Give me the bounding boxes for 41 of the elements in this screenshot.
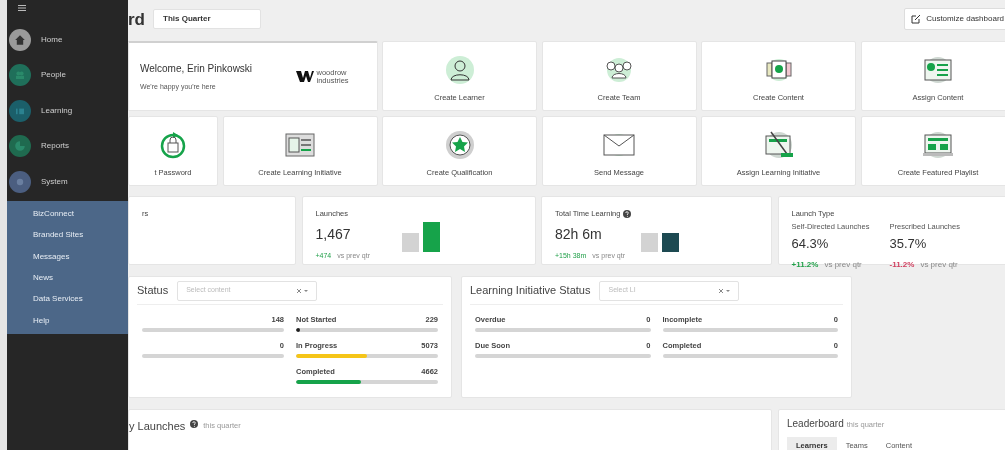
panel-title: y Launches bbox=[129, 419, 186, 434]
sidebar-label[interactable]: System bbox=[41, 175, 68, 188]
stat-value: 1,467 bbox=[315, 225, 351, 245]
sidebar-label[interactable]: Home bbox=[41, 33, 63, 46]
stat-value: 64.3% bbox=[791, 234, 830, 253]
stat-value: 35.7% bbox=[889, 234, 928, 253]
sidebar-label[interactable]: Reports bbox=[41, 140, 69, 153]
submenu-item[interactable]: Help bbox=[7, 310, 128, 332]
period-select[interactable]: This Quarter bbox=[153, 9, 261, 29]
nav-icon bbox=[9, 28, 31, 51]
submenu-item[interactable]: Branded Sites bbox=[7, 224, 128, 247]
submenu-item[interactable]: Messages bbox=[7, 246, 128, 268]
welcome-title: Welcome, Erin Pinkowski bbox=[140, 61, 253, 76]
nav-icon bbox=[9, 135, 31, 158]
status-title: Status bbox=[137, 283, 169, 299]
sidebar-label[interactable]: People bbox=[41, 69, 66, 82]
nav-icon bbox=[9, 170, 31, 193]
comparison-bars bbox=[641, 233, 679, 252]
help-icon[interactable] bbox=[190, 420, 199, 428]
submenu-item[interactable]: News bbox=[7, 267, 128, 289]
stat-note: vs prev qtr bbox=[920, 259, 958, 271]
edit-icon bbox=[911, 14, 922, 24]
status-title: Learning Initiative Status bbox=[470, 283, 591, 299]
stat-note: vs prev qtr bbox=[824, 259, 862, 271]
page-title: rd bbox=[128, 10, 145, 28]
submenu-item[interactable]: Data Services bbox=[7, 288, 128, 310]
nav-icon bbox=[9, 64, 31, 87]
stat-delta: -11.2% bbox=[889, 259, 915, 271]
stat-delta: +11.2% bbox=[791, 259, 819, 271]
panel-title: Leaderboard bbox=[787, 417, 844, 431]
stat-value: 82h 6m bbox=[555, 225, 602, 245]
menu-icon[interactable] bbox=[18, 5, 26, 11]
help-icon[interactable] bbox=[623, 209, 632, 218]
logo-icon bbox=[295, 71, 314, 82]
sidebar-label[interactable]: Learning bbox=[41, 104, 73, 117]
comparison-bars bbox=[401, 222, 440, 252]
clear-icon[interactable] bbox=[718, 287, 731, 294]
customize-dashboard-button[interactable]: Customize dashboard bbox=[904, 8, 1005, 30]
clear-icon[interactable] bbox=[296, 287, 309, 294]
submenu-item[interactable]: BizConnect bbox=[7, 203, 128, 225]
nav-icon bbox=[9, 99, 31, 122]
